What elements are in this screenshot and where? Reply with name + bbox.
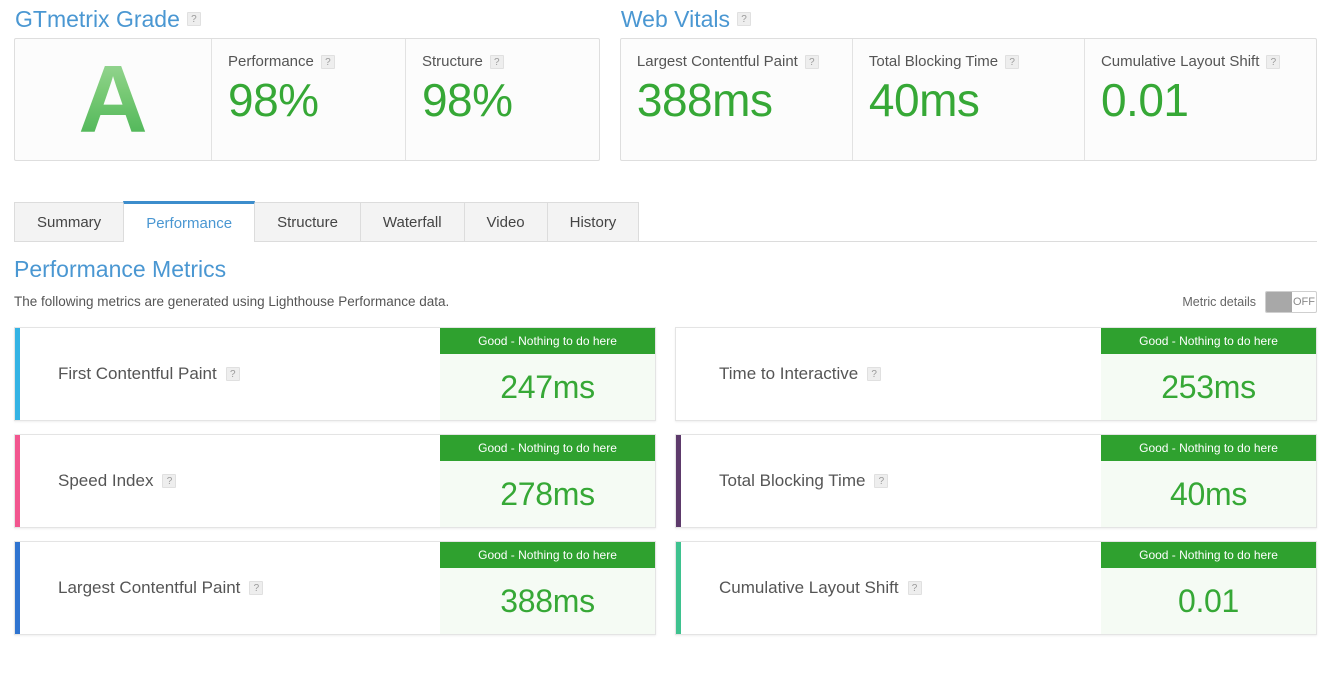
page-title: Performance Metrics bbox=[14, 256, 1317, 283]
metric-name-text: Total Blocking Time bbox=[719, 471, 865, 491]
metric-details-toggle-wrap: Metric details OFF bbox=[1182, 291, 1317, 313]
metric-card[interactable]: First Contentful Paint?Good - Nothing to… bbox=[14, 327, 656, 421]
status-badge: Good - Nothing to do here bbox=[440, 542, 655, 568]
help-icon[interactable]: ? bbox=[187, 12, 201, 26]
vital-largest-contentful-paint: Largest Contentful Paint ? 388ms bbox=[621, 39, 852, 160]
help-icon[interactable]: ? bbox=[737, 12, 751, 26]
metric-name-text: Cumulative Layout Shift bbox=[719, 578, 899, 598]
status-badge: Good - Nothing to do here bbox=[1101, 328, 1316, 354]
metric-name: Cumulative Layout Shift? bbox=[681, 542, 1101, 634]
structure-score-cell: Structure ? 98% bbox=[405, 39, 599, 160]
status-badge: Good - Nothing to do here bbox=[1101, 542, 1316, 568]
metric-value: 247ms bbox=[440, 354, 655, 420]
performance-score-cell: Performance ? 98% bbox=[211, 39, 405, 160]
web-vitals-block: Web Vitals ? Largest Contentful Paint ? … bbox=[620, 0, 1317, 161]
status-badge: Good - Nothing to do here bbox=[440, 435, 655, 461]
metric-value: 388ms bbox=[440, 568, 655, 634]
vital-label-text: Total Blocking Time bbox=[869, 53, 998, 70]
report-tabs-wrap: SummaryPerformanceStructureWaterfallVide… bbox=[0, 200, 1331, 242]
help-icon[interactable]: ? bbox=[874, 474, 888, 488]
status-badge: Good - Nothing to do here bbox=[440, 328, 655, 354]
vital-value: 388ms bbox=[637, 72, 836, 128]
metric-result: Good - Nothing to do here253ms bbox=[1101, 328, 1316, 420]
performance-score-label-text: Performance bbox=[228, 53, 314, 70]
status-badge: Good - Nothing to do here bbox=[1101, 435, 1316, 461]
vital-value: 40ms bbox=[869, 72, 1068, 128]
metric-name: First Contentful Paint? bbox=[20, 328, 440, 420]
summary-row: GTmetrix Grade ? A Performance ? 98% Str… bbox=[0, 0, 1331, 161]
metric-name-text: Speed Index bbox=[58, 471, 153, 491]
tab-history[interactable]: History bbox=[547, 202, 640, 241]
report-tabs: SummaryPerformanceStructureWaterfallVide… bbox=[14, 200, 1317, 242]
metric-value: 0.01 bbox=[1101, 568, 1316, 634]
grade-letter-cell: A bbox=[15, 39, 211, 160]
metric-result: Good - Nothing to do here278ms bbox=[440, 435, 655, 527]
vital-label: Cumulative Layout Shift ? bbox=[1101, 53, 1300, 70]
performance-metrics-header: Performance Metrics The following metric… bbox=[0, 256, 1331, 313]
metric-card[interactable]: Speed Index?Good - Nothing to do here278… bbox=[14, 434, 656, 528]
tab-video[interactable]: Video bbox=[464, 202, 548, 241]
help-icon[interactable]: ? bbox=[908, 581, 922, 595]
help-icon[interactable]: ? bbox=[1005, 55, 1019, 69]
metric-result: Good - Nothing to do here0.01 bbox=[1101, 542, 1316, 634]
toggle-knob bbox=[1266, 292, 1292, 312]
metric-name-text: Largest Contentful Paint bbox=[58, 578, 240, 598]
gtmetrix-grade-block: GTmetrix Grade ? A Performance ? 98% Str… bbox=[14, 0, 600, 161]
metric-result: Good - Nothing to do here40ms bbox=[1101, 435, 1316, 527]
grade-panel: A Performance ? 98% Structure ? 98% bbox=[14, 38, 600, 161]
vital-cumulative-layout-shift: Cumulative Layout Shift ? 0.01 bbox=[1084, 39, 1316, 160]
tab-structure[interactable]: Structure bbox=[254, 202, 361, 241]
vital-value: 0.01 bbox=[1101, 72, 1300, 128]
metric-name-text: Time to Interactive bbox=[719, 364, 858, 384]
vital-label-text: Cumulative Layout Shift bbox=[1101, 53, 1259, 70]
performance-score-label: Performance ? bbox=[228, 53, 389, 70]
metric-details-toggle[interactable]: OFF bbox=[1265, 291, 1317, 313]
structure-score-value: 98% bbox=[422, 72, 583, 128]
metric-cards-grid: First Contentful Paint?Good - Nothing to… bbox=[0, 327, 1331, 635]
web-vitals-heading-label: Web Vitals bbox=[621, 6, 730, 32]
help-icon[interactable]: ? bbox=[490, 55, 504, 69]
vital-label: Total Blocking Time ? bbox=[869, 53, 1068, 70]
grade-letter: A bbox=[78, 52, 147, 148]
tab-summary[interactable]: Summary bbox=[14, 202, 124, 241]
metric-card[interactable]: Time to Interactive?Good - Nothing to do… bbox=[675, 327, 1317, 421]
performance-score-value: 98% bbox=[228, 72, 389, 128]
metrics-subheader-row: The following metrics are generated usin… bbox=[14, 291, 1317, 313]
metric-card[interactable]: Cumulative Layout Shift?Good - Nothing t… bbox=[675, 541, 1317, 635]
tab-performance[interactable]: Performance bbox=[123, 201, 255, 242]
help-icon[interactable]: ? bbox=[805, 55, 819, 69]
help-icon[interactable]: ? bbox=[321, 55, 335, 69]
gtmetrix-grade-heading-label: GTmetrix Grade bbox=[15, 6, 180, 32]
structure-score-label-text: Structure bbox=[422, 53, 483, 70]
metric-details-label: Metric details bbox=[1182, 295, 1256, 309]
help-icon[interactable]: ? bbox=[226, 367, 240, 381]
structure-score-label: Structure ? bbox=[422, 53, 583, 70]
metric-name: Total Blocking Time? bbox=[681, 435, 1101, 527]
metric-name: Time to Interactive? bbox=[681, 328, 1101, 420]
gtmetrix-grade-heading: GTmetrix Grade ? bbox=[14, 0, 600, 38]
metric-result: Good - Nothing to do here388ms bbox=[440, 542, 655, 634]
metric-value: 278ms bbox=[440, 461, 655, 527]
toggle-state-label: OFF bbox=[1292, 292, 1316, 312]
metric-result: Good - Nothing to do here247ms bbox=[440, 328, 655, 420]
web-vitals-heading: Web Vitals ? bbox=[620, 0, 1317, 38]
help-icon[interactable]: ? bbox=[867, 367, 881, 381]
tab-waterfall[interactable]: Waterfall bbox=[360, 202, 465, 241]
help-icon[interactable]: ? bbox=[162, 474, 176, 488]
metric-value: 40ms bbox=[1101, 461, 1316, 527]
vital-total-blocking-time: Total Blocking Time ? 40ms bbox=[852, 39, 1084, 160]
help-icon[interactable]: ? bbox=[249, 581, 263, 595]
vital-label: Largest Contentful Paint ? bbox=[637, 53, 836, 70]
metric-name: Speed Index? bbox=[20, 435, 440, 527]
metric-value: 253ms bbox=[1101, 354, 1316, 420]
vital-label-text: Largest Contentful Paint bbox=[637, 53, 798, 70]
help-icon[interactable]: ? bbox=[1266, 55, 1280, 69]
web-vitals-panel: Largest Contentful Paint ? 388ms Total B… bbox=[620, 38, 1317, 161]
metric-card[interactable]: Total Blocking Time?Good - Nothing to do… bbox=[675, 434, 1317, 528]
metrics-description: The following metrics are generated usin… bbox=[14, 294, 449, 310]
metric-name: Largest Contentful Paint? bbox=[20, 542, 440, 634]
metric-name-text: First Contentful Paint bbox=[58, 364, 217, 384]
metric-card[interactable]: Largest Contentful Paint?Good - Nothing … bbox=[14, 541, 656, 635]
